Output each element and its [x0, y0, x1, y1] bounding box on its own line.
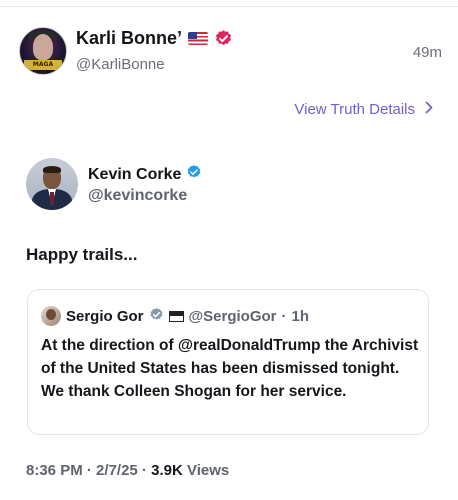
author-handle[interactable]: @KarliBonne	[76, 56, 165, 73]
author-name[interactable]: Karli Bonne’	[76, 28, 182, 49]
meta-time: 8:36 PM	[26, 462, 83, 479]
avatar-figure-shape	[33, 34, 53, 60]
us-flag-icon	[188, 32, 209, 45]
verified-red-icon	[214, 29, 233, 48]
meta-sep-2: ·	[137, 462, 152, 479]
inner-quote-card[interactable]: Sergio Gor @SergioGor · 1h At the direct…	[27, 289, 429, 435]
views-count: 3.9K	[151, 462, 183, 479]
quoted-post-text: Happy trails...	[26, 245, 138, 264]
verified-blue-icon	[186, 164, 202, 185]
author-name-row: Karli Bonne’	[76, 28, 233, 49]
quoted-author-name[interactable]: Kevin Corke	[88, 166, 181, 184]
quoted-author-handle[interactable]: @kevincorke	[88, 187, 187, 205]
inner-quote-header: Sergio Gor @SergioGor · 1h	[41, 306, 309, 326]
inner-quote-separator: ·	[281, 307, 287, 325]
quoted-author-name-row: Kevin Corke	[88, 164, 202, 185]
chevron-right-icon	[425, 101, 434, 118]
verified-gray-icon	[149, 307, 164, 326]
view-details-label: View Truth Details	[294, 101, 415, 118]
views-label: Views	[186, 462, 230, 479]
meta-date: 2/7/25	[96, 462, 138, 479]
post-header: MAGA Tribe Karli Bonne’ @KarliBonne 49m	[14, 24, 444, 80]
flag-emoji-icon	[168, 310, 184, 322]
inner-quote-time: 1h	[291, 307, 310, 325]
quoted-author-avatar[interactable]	[26, 158, 78, 210]
avatar-hair-shape	[43, 166, 61, 173]
author-avatar[interactable]: MAGA Tribe	[19, 27, 67, 75]
avatar-tag: MAGA Tribe	[24, 60, 62, 74]
inner-quote-author-name[interactable]: Sergio Gor	[66, 308, 144, 325]
inner-quote-avatar[interactable]	[41, 306, 61, 326]
post-meta: 8:36 PM · 2/7/25 · 3.9K Views	[26, 462, 229, 479]
post-time: 49m	[412, 44, 442, 61]
inner-quote-author-handle[interactable]: @SergioGor	[189, 308, 277, 325]
avatar-tie-shape	[50, 192, 54, 204]
meta-sep-1: ·	[82, 462, 97, 479]
top-divider	[0, 0, 458, 7]
inner-quote-text: At the direction of @realDonaldTrump the…	[41, 337, 419, 400]
view-details-link[interactable]: View Truth Details	[294, 101, 434, 118]
